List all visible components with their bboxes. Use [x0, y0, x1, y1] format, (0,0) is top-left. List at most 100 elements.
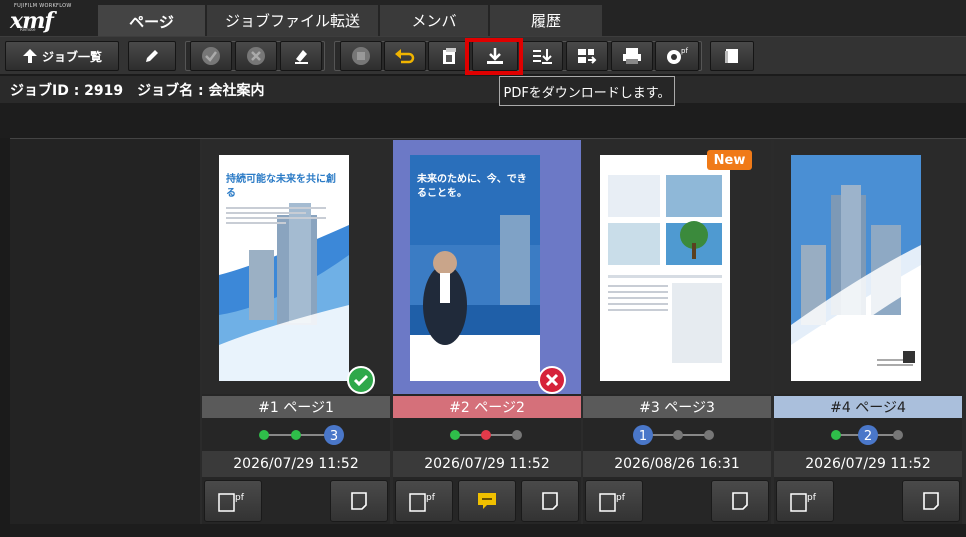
printer-icon: [623, 48, 641, 64]
workflow-progress: 1: [633, 425, 714, 445]
comment-icon: [478, 493, 496, 509]
page-pdf-icon: pf: [599, 493, 626, 512]
svg-text:pf: pf: [616, 493, 626, 503]
workflow-progress: 2: [831, 425, 903, 445]
approved-badge: [347, 366, 375, 394]
pdf-view-button[interactable]: pf: [585, 480, 643, 522]
approve-icon: [202, 47, 220, 65]
up-arrow-icon: [22, 49, 37, 63]
pdf-view-button[interactable]: pf: [395, 480, 453, 522]
thumbnail-area: [774, 140, 962, 394]
page-date: 2026/07/29 11:52: [393, 451, 581, 477]
page-3-artwork: [600, 155, 730, 381]
pdf-view-button[interactable]: pf: [204, 480, 262, 522]
tab-history[interactable]: 履歴: [490, 5, 602, 36]
page-icon: [923, 492, 939, 510]
job-id: ジョブID : 2919: [10, 82, 124, 99]
logo-sub: Remote: [20, 27, 36, 32]
tab-members[interactable]: メンバ: [380, 5, 488, 36]
bottom-strip: [10, 524, 966, 537]
book-button[interactable]: [710, 41, 754, 71]
stamp-button[interactable]: [428, 41, 470, 71]
page-card-3[interactable]: New #3 ページ3 1 2026/08/26 16:31 pf: [583, 140, 771, 525]
settings-pdf-icon: pf: [667, 47, 688, 64]
page-thumbnail[interactable]: 持続可能な未来を共に創る: [219, 155, 349, 381]
spacer-band: [0, 103, 966, 138]
eraser-button[interactable]: [280, 41, 322, 71]
undo-icon: [395, 49, 415, 64]
printer-button[interactable]: [611, 41, 653, 71]
page-grid: 持続可能な未来を共に創る #1 ページ1 3 2026/07/29 11:52: [10, 138, 966, 525]
new-badge: New: [707, 150, 752, 170]
job-list-button[interactable]: ジョブ一覧: [5, 41, 119, 71]
page-view-button[interactable]: [711, 480, 769, 522]
stop-button[interactable]: [340, 41, 382, 71]
export-button[interactable]: [566, 41, 608, 71]
thumb-title: 未来のために、今、できることを。: [417, 174, 527, 199]
page-thumbnail[interactable]: 未来のために、今、できることを。: [410, 155, 540, 381]
tab-pages[interactable]: ページ: [98, 5, 205, 38]
svg-text:pf: pf: [681, 47, 688, 55]
svg-text:pf: pf: [807, 493, 817, 503]
page-pdf-icon: pf: [790, 493, 817, 512]
thumbnail-area: 未来のために、今、できることを。: [393, 140, 581, 394]
workflow-steps: 1: [583, 421, 771, 449]
svg-text:pf: pf: [426, 493, 436, 503]
thumb-body-text: [226, 207, 326, 227]
job-name: ジョブ名 : 会社案内: [137, 82, 265, 99]
page-icon: [542, 492, 558, 510]
workflow-steps: 3: [202, 421, 390, 449]
edit-button[interactable]: [128, 41, 176, 71]
pdf-settings-button[interactable]: pf: [655, 41, 699, 71]
stop-icon: [352, 47, 370, 65]
thumbnail-area: New: [583, 140, 771, 394]
export-icon: [578, 49, 597, 64]
download-highlight: [465, 38, 523, 75]
page-view-button[interactable]: [330, 480, 388, 522]
step-number: 3: [330, 429, 338, 444]
checkmark-icon: [353, 374, 369, 387]
page-card-4[interactable]: #4 ページ4 2 2026/07/29 11:52 pf: [774, 140, 962, 525]
reject-icon: [247, 47, 265, 65]
page-date: 2026/08/26 16:31: [583, 451, 771, 477]
book-icon: [725, 49, 738, 63]
reject-button[interactable]: [235, 41, 277, 71]
page-icon: [732, 492, 748, 510]
thumbnail-area: 持続可能な未来を共に創る: [202, 140, 390, 394]
pdf-view-button[interactable]: pf: [776, 480, 834, 522]
page-label: #4 ページ4: [774, 396, 962, 418]
page-card-2[interactable]: 未来のために、今、できることを。 #2 ページ2 2026/07/29 11:5…: [393, 140, 581, 525]
list-download-button[interactable]: [521, 41, 563, 71]
list-download-icon: [533, 49, 552, 64]
workflow-progress: 3: [259, 425, 344, 445]
eraser-icon: [295, 50, 308, 64]
page-thumbnail[interactable]: [600, 155, 730, 381]
page-pdf-icon: pf: [409, 493, 436, 512]
step-number: 2: [864, 429, 872, 444]
page-label: #2 ページ2: [393, 396, 581, 418]
page-view-button[interactable]: [521, 480, 579, 522]
page-stack-icon: [443, 48, 456, 64]
rejected-badge: [538, 366, 566, 394]
grid-left-panel: [10, 139, 200, 525]
app-window: FUJIFILM WORKFLOW xmf Remote ページ ジョブファイル…: [0, 0, 966, 537]
workflow-steps: [393, 421, 581, 449]
tab-job-file-transfer[interactable]: ジョブファイル転送: [207, 5, 378, 36]
page-date: 2026/07/29 11:52: [774, 451, 962, 477]
page-icon: [351, 492, 367, 510]
job-list-label: ジョブ一覧: [41, 49, 102, 64]
pencil-icon: [146, 50, 158, 62]
xmf-logo: FUJIFILM WORKFLOW xmf Remote: [8, 2, 88, 34]
thumb-title: 持続可能な未来を共に創る: [226, 174, 336, 199]
page-thumbnail[interactable]: [791, 155, 921, 381]
page-label: #3 ページ3: [583, 396, 771, 418]
top-bar: FUJIFILM WORKFLOW xmf Remote ページ ジョブファイル…: [0, 0, 966, 38]
page-pdf-icon: pf: [218, 493, 245, 512]
comment-button[interactable]: [458, 480, 516, 522]
page-card-1[interactable]: 持続可能な未来を共に創る #1 ページ1 3 2026/07/29 11:52: [202, 140, 390, 525]
job-info-bar: ジョブID : 2919 ジョブ名 : 会社案内: [0, 76, 966, 103]
workflow-progress: [450, 430, 522, 440]
undo-button[interactable]: [384, 41, 426, 71]
approve-button[interactable]: [190, 41, 232, 71]
page-view-button[interactable]: [902, 480, 960, 522]
